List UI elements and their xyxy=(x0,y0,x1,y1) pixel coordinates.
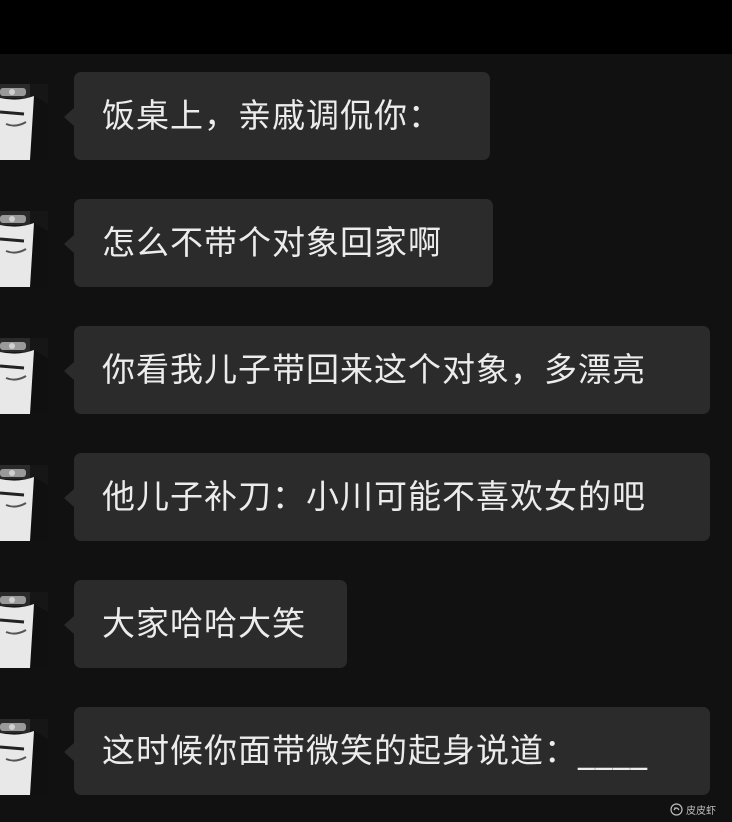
message-row: 饭桌上，亲戚调侃你： xyxy=(0,72,732,162)
message-bubble: 你看我儿子带回来这个对象，多漂亮 xyxy=(64,326,710,414)
avatar-image xyxy=(0,465,48,541)
message-row: 你看我儿子带回来这个对象，多漂亮 xyxy=(0,326,732,416)
avatar-image xyxy=(0,719,48,795)
message-bubble: 这时候你面带微笑的起身说道：____ xyxy=(64,707,710,795)
message-text: 你看我儿子带回来这个对象，多漂亮 xyxy=(102,350,646,389)
avatar-image xyxy=(0,211,48,287)
avatar[interactable] xyxy=(0,211,48,287)
avatar[interactable] xyxy=(0,84,48,160)
message-text: 这时候你面带微笑的起身说道：____ xyxy=(102,731,648,770)
message-row: 大家哈哈大笑 xyxy=(0,580,732,670)
watermark-label: 皮皮虾 xyxy=(686,805,716,817)
message-row: 这时候你面带微笑的起身说道：____ xyxy=(0,707,732,797)
shrimp-icon xyxy=(670,802,683,816)
message-bubble: 大家哈哈大笑 xyxy=(64,580,347,668)
avatar[interactable] xyxy=(0,719,48,795)
avatar-image xyxy=(0,338,48,414)
watermark: 皮皮虾 xyxy=(670,800,716,818)
message-row: 他儿子补刀：小川可能不喜欢女的吧 xyxy=(0,453,732,543)
message-bubble: 饭桌上，亲戚调侃你： xyxy=(64,72,490,160)
message-text: 怎么不带个对象回家啊 xyxy=(102,223,442,262)
avatar[interactable] xyxy=(0,338,48,414)
message-bubble: 怎么不带个对象回家啊 xyxy=(64,199,493,287)
message-bubble: 他儿子补刀：小川可能不喜欢女的吧 xyxy=(64,453,710,541)
avatar[interactable] xyxy=(0,465,48,541)
message-text: 大家哈哈大笑 xyxy=(102,604,306,643)
chat-area: 饭桌上，亲戚调侃你： 怎么不带个对象回家啊 你看我儿子带回来这个对象，多漂亮 他… xyxy=(0,54,732,822)
avatar[interactable] xyxy=(0,592,48,668)
message-text: 饭桌上，亲戚调侃你： xyxy=(102,96,442,135)
message-row: 怎么不带个对象回家啊 xyxy=(0,199,732,289)
avatar-image xyxy=(0,592,48,668)
screen: 饭桌上，亲戚调侃你： 怎么不带个对象回家啊 你看我儿子带回来这个对象，多漂亮 他… xyxy=(0,0,732,822)
message-text: 他儿子补刀：小川可能不喜欢女的吧 xyxy=(102,477,646,516)
avatar-image xyxy=(0,84,48,160)
